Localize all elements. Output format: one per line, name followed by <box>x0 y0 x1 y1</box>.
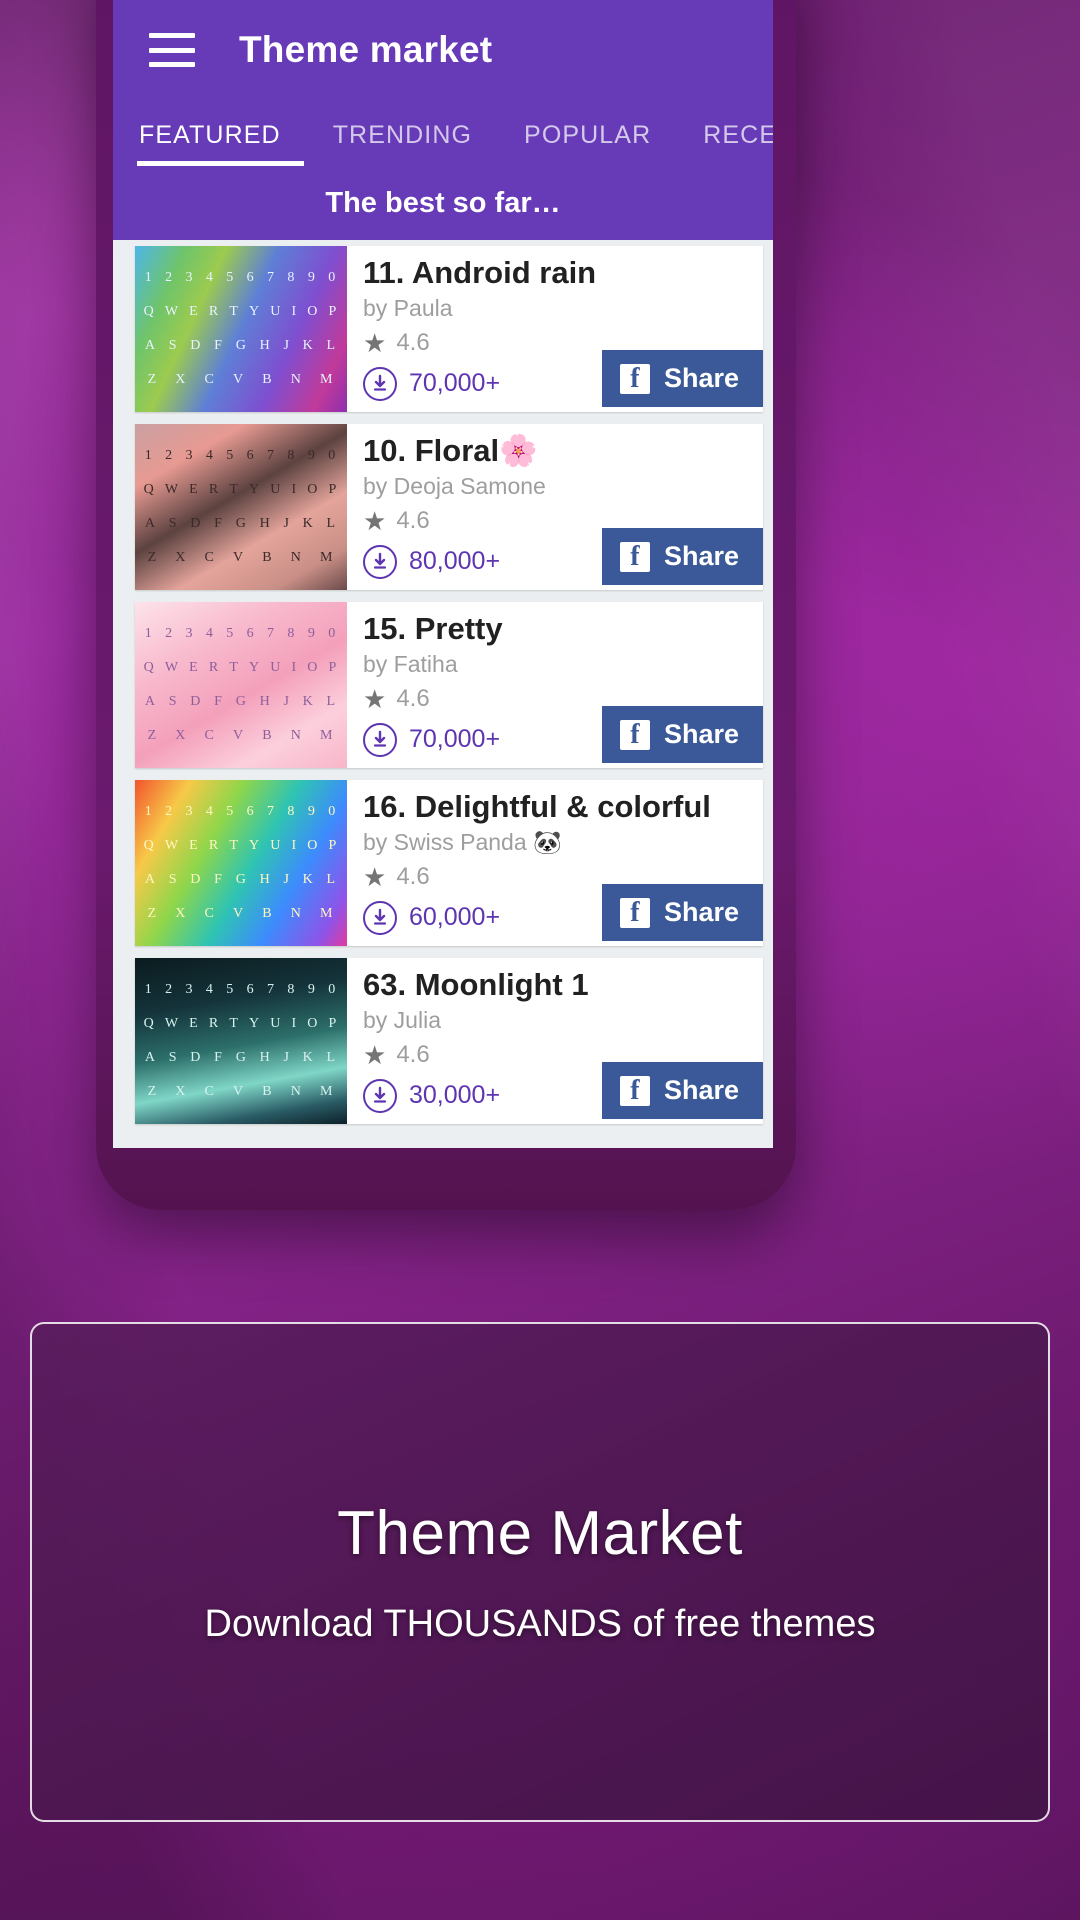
share-button[interactable]: f Share <box>601 706 763 763</box>
theme-author: by Fatiha <box>363 650 458 677</box>
download-count: 30,000+ <box>409 1081 501 1110</box>
theme-info: 15. Pretty by Fatiha ★ 4.6 70,000+ f Sha… <box>347 602 763 768</box>
keyboard-preview: 1234567890QWERTYUIOPASDFGHJKLZXCVBNM <box>143 982 339 1099</box>
download-icon <box>363 900 397 935</box>
rating-value: 4.6 <box>396 1041 430 1069</box>
promo-subtitle: Download THOUSANDS of free themes <box>204 1603 876 1645</box>
keyboard-preview: 1234567890QWERTYUIOPASDFGHJKLZXCVBNM <box>143 448 339 565</box>
share-label: Share <box>663 897 739 927</box>
theme-author: by Paula <box>363 294 453 321</box>
theme-thumbnail[interactable]: 1234567890QWERTYUIOPASDFGHJKLZXCVBNM <box>135 246 347 412</box>
download-icon <box>363 366 397 401</box>
page-title: Theme market <box>239 29 493 70</box>
star-icon: ★ <box>363 1039 387 1070</box>
share-button[interactable]: f Share <box>601 884 763 941</box>
theme-info: 11. Android rain by Paula ★ 4.6 70,000+ … <box>347 246 763 412</box>
theme-thumbnail[interactable]: 1234567890QWERTYUIOPASDFGHJKLZXCVBNM <box>135 958 347 1124</box>
star-icon: ★ <box>363 683 387 714</box>
theme-thumbnail[interactable]: 1234567890QWERTYUIOPASDFGHJKLZXCVBNM <box>135 424 347 590</box>
facebook-icon: f <box>619 897 650 928</box>
download-count: 70,000+ <box>409 369 501 398</box>
tab-recent[interactable]: RECENT <box>677 121 773 166</box>
theme-list[interactable]: 1234567890QWERTYUIOPASDFGHJKLZXCVBNM 11.… <box>113 240 773 1148</box>
facebook-icon: f <box>619 719 650 750</box>
share-label: Share <box>663 719 739 749</box>
theme-title: 11. Android rain <box>363 255 597 290</box>
share-label: Share <box>663 541 739 571</box>
theme-title: 63. Moonlight 1 <box>363 967 589 1002</box>
rating-value: 4.6 <box>396 329 430 357</box>
theme-author: by Julia <box>363 1006 441 1033</box>
tab-bar: FEATURED TRENDING POPULAR RECENT <box>113 100 773 166</box>
star-icon: ★ <box>363 505 387 536</box>
share-button[interactable]: f Share <box>601 528 763 585</box>
rating-value: 4.6 <box>396 863 430 891</box>
keyboard-preview: 1234567890QWERTYUIOPASDFGHJKLZXCVBNM <box>143 804 339 921</box>
theme-card[interactable]: 1234567890QWERTYUIOPASDFGHJKLZXCVBNM 63.… <box>135 958 763 1124</box>
rating-value: 4.6 <box>396 507 430 535</box>
keyboard-preview: 1234567890QWERTYUIOPASDFGHJKLZXCVBNM <box>143 626 339 743</box>
share-label: Share <box>663 1075 739 1105</box>
facebook-icon: f <box>619 541 650 572</box>
download-icon <box>363 722 397 757</box>
keyboard-preview: 1234567890QWERTYUIOPASDFGHJKLZXCVBNM <box>143 270 339 387</box>
theme-card[interactable]: 1234567890QWERTYUIOPASDFGHJKLZXCVBNM 16.… <box>135 780 763 946</box>
theme-card[interactable]: 1234567890QWERTYUIOPASDFGHJKLZXCVBNM 15.… <box>135 602 763 768</box>
theme-thumbnail[interactable]: 1234567890QWERTYUIOPASDFGHJKLZXCVBNM <box>135 780 347 946</box>
promo-banner: Theme Market Download THOUSANDS of free … <box>30 1322 1050 1822</box>
tab-trending[interactable]: TRENDING <box>307 121 498 166</box>
app-bar: Theme market <box>113 0 773 100</box>
star-icon: ★ <box>363 327 387 358</box>
theme-title: 10. Floral🌸 <box>363 433 538 468</box>
theme-title: 15. Pretty <box>363 611 503 646</box>
hamburger-menu-icon[interactable] <box>149 33 195 67</box>
facebook-icon: f <box>619 1075 650 1106</box>
download-count: 80,000+ <box>409 547 501 576</box>
tab-popular[interactable]: POPULAR <box>498 121 677 166</box>
theme-author: by Swiss Panda 🐼 <box>363 828 562 855</box>
share-button[interactable]: f Share <box>601 350 763 407</box>
theme-info: 10. Floral🌸 by Deoja Samone ★ 4.6 80,000… <box>347 424 763 590</box>
phone-screen: Theme market FEATURED TRENDING POPULAR R… <box>113 0 773 1148</box>
section-subtitle: The best so far… <box>325 186 561 219</box>
share-label: Share <box>663 363 739 393</box>
theme-thumbnail[interactable]: 1234567890QWERTYUIOPASDFGHJKLZXCVBNM <box>135 602 347 768</box>
download-count: 70,000+ <box>409 725 501 754</box>
theme-info: 63. Moonlight 1 by Julia ★ 4.6 30,000+ f… <box>347 958 763 1124</box>
download-icon <box>363 544 397 579</box>
download-icon <box>363 1078 397 1113</box>
promo-title: Theme Market <box>337 1499 743 1568</box>
theme-title: 16. Delightful & colorful <box>363 789 711 824</box>
theme-info: 16. Delightful & colorful by Swiss Panda… <box>347 780 763 946</box>
theme-card[interactable]: 1234567890QWERTYUIOPASDFGHJKLZXCVBNM 11.… <box>135 246 763 412</box>
section-subtitle-bar: The best so far… <box>113 166 773 240</box>
rating-value: 4.6 <box>396 685 430 713</box>
download-count: 60,000+ <box>409 903 501 932</box>
theme-author: by Deoja Samone <box>363 472 546 499</box>
tab-featured[interactable]: FEATURED <box>113 121 307 166</box>
star-icon: ★ <box>363 861 387 892</box>
theme-card[interactable]: 1234567890QWERTYUIOPASDFGHJKLZXCVBNM 10.… <box>135 424 763 590</box>
share-button[interactable]: f Share <box>601 1062 763 1119</box>
facebook-icon: f <box>619 363 650 394</box>
